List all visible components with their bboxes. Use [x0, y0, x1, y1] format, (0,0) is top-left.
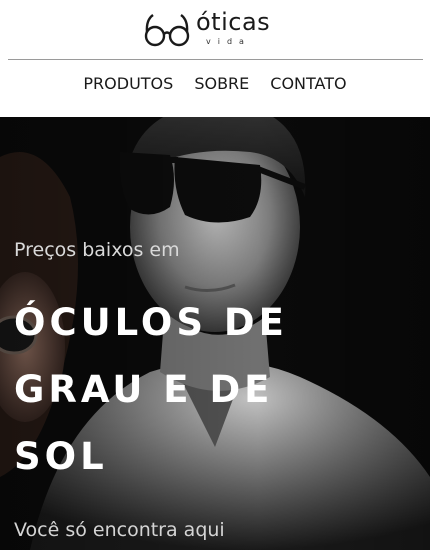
header-divider	[8, 59, 423, 60]
brand-tagline: vida	[206, 37, 251, 46]
nav-item-produtos[interactable]: PRODUTOS	[83, 71, 173, 97]
hero-subtitle: Você só encontra aqui	[14, 519, 225, 541]
brand-logo[interactable]: óticas vida	[144, 8, 294, 48]
brand-name: óticas	[196, 8, 271, 36]
nav-item-sobre[interactable]: SOBRE	[194, 71, 249, 97]
site-header: óticas vida PRODUTOS SOBRE CONTATO	[0, 0, 430, 117]
hero-title: ÓCULOS DE GRAU E DE SOL	[14, 301, 288, 478]
nav-item-contato[interactable]: CONTATO	[270, 71, 346, 97]
hero-pretitle: Preços baixos em	[14, 239, 180, 261]
glasses-icon	[144, 14, 190, 47]
main-nav: PRODUTOS SOBRE CONTATO	[0, 71, 430, 97]
hero-banner: Preços baixos em ÓCULOS DE GRAU E DE SOL…	[0, 117, 430, 550]
